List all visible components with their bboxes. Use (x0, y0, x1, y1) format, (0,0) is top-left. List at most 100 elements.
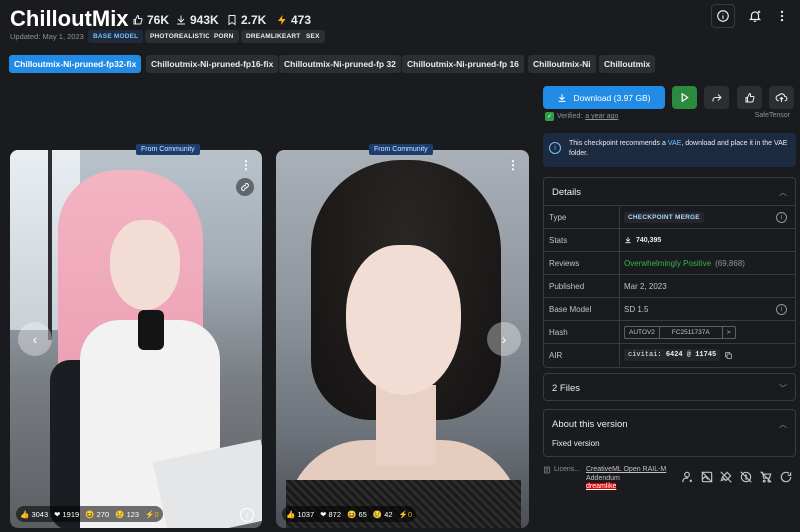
files-panel[interactable]: 2 Files ﹀ (543, 373, 796, 401)
download-icon (625, 237, 631, 244)
like-reaction[interactable]: 👍 3043 (20, 510, 48, 519)
gallery-image-card[interactable]: ⋮ › 👍 1037 ❤ 872 😆 65 😢 42 ⚡0 (276, 150, 529, 528)
detail-key: Stats (549, 235, 568, 245)
bookmarks-stat: 2.7K (226, 13, 266, 27)
gallery-image-card[interactable]: ⋮ ‹ 👍 3043 ❤ 1919 😆 270 😢 123 ⚡0 i (10, 150, 262, 528)
verified-check-icon: ✓ (545, 112, 554, 121)
image-info-button[interactable]: i (240, 508, 254, 522)
gallery-prev-button[interactable]: ‹ (18, 322, 52, 356)
cry-reaction[interactable]: 😢 42 (373, 510, 393, 519)
review-sentiment[interactable]: Overwhelmingly Positive (624, 259, 711, 268)
like-count: 3043 (31, 509, 49, 519)
info-button[interactable] (711, 4, 735, 28)
license-link-creativeml[interactable]: CreativeML Open RAIL-M (586, 466, 672, 475)
detail-key: Published (549, 281, 585, 291)
from-community-badge: From Community (369, 144, 433, 155)
details-panel: Details ︿ Type CHECKPOINT MERGE i Stats … (543, 177, 796, 368)
version-tab-fp32[interactable]: Chilloutmix-Ni-pruned-fp 32 (279, 55, 401, 73)
info-icon[interactable]: i (776, 303, 787, 315)
hash-box[interactable]: AUTOV2 FC2511737A > (624, 325, 736, 339)
likes-stat: 76K (132, 13, 169, 27)
more-button[interactable] (770, 4, 794, 28)
air-model-id: 6424 (665, 351, 683, 359)
link-icon (241, 183, 249, 191)
tag-dreamlikeart[interactable]: DREAMLIKEART (241, 30, 306, 43)
user-icon (682, 471, 693, 483)
heart-count: 872 (328, 509, 342, 519)
thumbs-up-icon (133, 14, 143, 25)
buzz-tip[interactable]: ⚡0 (145, 510, 159, 519)
share-button[interactable] (704, 86, 729, 109)
buzz-stat: 473 (276, 13, 311, 27)
detail-key: Base Model (549, 304, 592, 314)
about-header[interactable]: About this version ︿ (544, 410, 795, 438)
tag-photorealistic[interactable]: PHOTOREALISTIC (145, 30, 216, 43)
air-at: @ (686, 351, 692, 359)
download-count: 740,395 (636, 236, 662, 244)
downloads-stat: 943K (175, 13, 219, 27)
like-button[interactable] (737, 86, 762, 109)
laugh-count: 65 (358, 509, 367, 519)
tag-porn[interactable]: PORN (209, 30, 239, 43)
bookmark-icon (228, 15, 236, 26)
card-menu-button[interactable]: ⋮ (507, 158, 519, 172)
row-divider (619, 206, 620, 228)
notify-button[interactable] (743, 4, 767, 28)
chevron-down-icon: ﹀ (779, 383, 787, 393)
version-tab-fp32-fix[interactable]: Chilloutmix-Ni-pruned-fp32-fix (9, 55, 142, 73)
version-tab-ni[interactable]: Chilloutmix-Ni (528, 55, 596, 73)
download-button[interactable]: Download (3.97 GB) (543, 86, 665, 109)
vae-link[interactable]: VAE (668, 140, 682, 147)
copy-icon[interactable] (724, 351, 733, 360)
version-tab-fp16-fix[interactable]: Chilloutmix-Ni-pruned-fp16-fix (146, 55, 279, 73)
detail-row-stats: Stats 740,395 (544, 228, 795, 251)
air-version-id: 11745 (695, 351, 717, 359)
detail-row-hash: Hash AUTOV2 FC2511737A > (544, 320, 795, 343)
card-menu-button[interactable]: ⋮ (240, 158, 252, 172)
heart-reaction[interactable]: ❤ 872 (320, 510, 341, 519)
vae-notice: i This checkpoint recommends a VAE, down… (543, 133, 796, 167)
laugh-reaction[interactable]: 😆 270 (85, 510, 109, 519)
rotate-icon (780, 471, 792, 483)
chevron-left-icon: ‹ (32, 331, 38, 347)
hash-value: FC2511737A (660, 326, 723, 338)
version-tab-fp16[interactable]: Chilloutmix-Ni-pruned-fp 16 (402, 55, 524, 73)
image-off-icon (701, 471, 713, 483)
tag-base-model[interactable]: BASE MODEL (88, 30, 144, 43)
cry-reaction[interactable]: 😢 123 (115, 510, 139, 519)
laugh-reaction[interactable]: 😆 65 (347, 510, 367, 519)
review-count: (69,868) (715, 258, 745, 268)
like-reaction[interactable]: 👍 1037 (286, 510, 314, 519)
portrait-tie (138, 310, 164, 350)
detail-key: AIR (549, 350, 563, 360)
details-header[interactable]: Details ︿ (544, 178, 795, 206)
like-count: 1037 (297, 509, 315, 519)
link-button[interactable] (236, 178, 254, 196)
version-tab-chilloutmix[interactable]: Chilloutmix (599, 55, 656, 73)
row-divider (619, 298, 620, 320)
chevron-right-icon[interactable]: > (723, 327, 735, 338)
hash-algo: AUTOV2 (625, 326, 660, 338)
license-links: CreativeML Open RAIL-M Addendum dreamlik… (586, 466, 672, 492)
gallery-next-button[interactable]: › (487, 322, 521, 356)
tag-sex[interactable]: SEX (301, 30, 325, 43)
chevron-up-icon: ︿ (779, 419, 787, 429)
detail-row-published: Published Mar 2, 2023 (544, 274, 795, 297)
download-icon (177, 15, 185, 25)
portrait-neck (376, 385, 436, 465)
files-header[interactable]: 2 Files ﹀ (544, 374, 795, 402)
buzz-tip[interactable]: ⚡0 (399, 510, 413, 519)
updated-date: Updated: May 1, 2023 (10, 32, 84, 41)
cloud-upload-button[interactable] (769, 86, 794, 109)
license-link-addendum[interactable]: Addendum (586, 475, 672, 484)
verified-date-link[interactable]: a year ago (585, 113, 618, 120)
info-icon[interactable]: i (776, 211, 787, 223)
run-button[interactable] (672, 86, 697, 109)
cry-count: 123 (126, 509, 140, 519)
row-divider (619, 229, 620, 251)
license-link-dreamlike[interactable]: dreamlike (586, 483, 617, 490)
info-icon: i (549, 142, 561, 154)
air-identifier[interactable]: civitai: 6424 @ 11745 (624, 349, 721, 361)
about-body: Fixed version (552, 439, 600, 448)
heart-reaction[interactable]: ❤ 1919 (54, 510, 79, 519)
